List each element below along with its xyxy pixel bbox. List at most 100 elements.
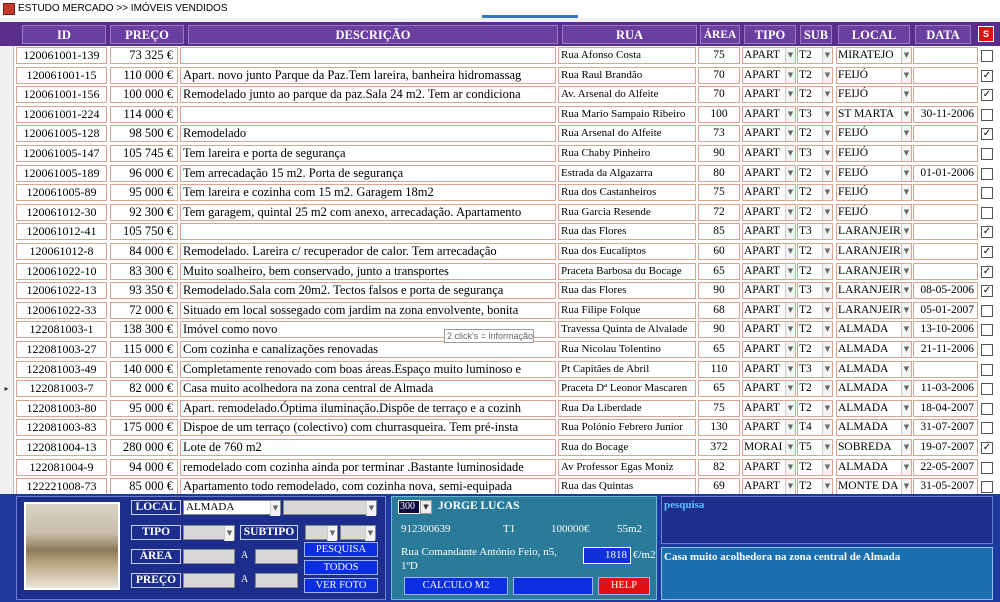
local-select-2[interactable]: ▼	[283, 500, 377, 516]
cell-area[interactable]: 75	[698, 47, 740, 64]
subtipo-select[interactable]: ▼	[305, 525, 338, 541]
row-selector[interactable]	[0, 477, 14, 494]
cell-desc[interactable]	[180, 223, 556, 241]
chevron-down-icon[interactable]: ▼	[901, 381, 911, 397]
help-button[interactable]: HELP	[598, 577, 650, 595]
cell-sub[interactable]: T2 ▼	[797, 203, 833, 221]
cell-tipo[interactable]: APART ▼	[742, 86, 796, 104]
cell-id[interactable]: 120061022-33	[16, 301, 107, 319]
chevron-down-icon[interactable]: ▼	[822, 361, 832, 377]
chevron-down-icon[interactable]: ▼	[785, 224, 795, 240]
table-row[interactable]: ▸ 122081003-7 82 000 € Casa muito acolhedor…	[0, 379, 1000, 399]
cell-preco[interactable]: 110 000 €	[110, 66, 178, 84]
cell-data[interactable]: 21-11-2006	[913, 341, 978, 358]
cell-local[interactable]: ALMADA ▼	[836, 360, 912, 378]
row-selector[interactable]	[0, 340, 14, 360]
row-selector[interactable]	[0, 202, 14, 223]
cell-area[interactable]: 70	[698, 86, 740, 104]
chevron-down-icon[interactable]: ▼	[785, 244, 795, 259]
cell-tipo[interactable]: APART ▼	[742, 419, 796, 437]
cell-data[interactable]: 31-07-2007	[913, 419, 978, 437]
cell-preco[interactable]: 140 000 €	[110, 360, 178, 378]
cell-tipo[interactable]: APART ▼	[742, 478, 796, 494]
cell-desc[interactable]: Remodelado	[180, 125, 556, 143]
cell-area[interactable]: 85	[698, 223, 740, 241]
cell-local[interactable]: FEIJÓ ▼	[836, 164, 912, 182]
cell-preco[interactable]: 82 000 €	[110, 380, 178, 398]
chevron-down-icon[interactable]: ▼	[822, 263, 832, 279]
chevron-down-icon[interactable]: ▼	[901, 165, 911, 181]
cell-tipo[interactable]: APART ▼	[742, 399, 796, 417]
sold-checkbox[interactable]	[981, 481, 993, 494]
chevron-down-icon[interactable]: ▼	[785, 361, 795, 377]
cell-preco[interactable]: 83 300 €	[110, 262, 178, 280]
cell-local[interactable]: FEIJÓ ▼	[836, 86, 912, 104]
table-row[interactable]: 122081003-49 140 000 € Completamente renov…	[0, 359, 1000, 380]
cell-local[interactable]: ALMADA ▼	[836, 419, 912, 437]
cell-desc[interactable]	[180, 105, 556, 123]
chevron-down-icon[interactable]: ▼	[901, 400, 911, 416]
cell-sub[interactable]: T2 ▼	[797, 399, 833, 417]
chevron-down-icon[interactable]: ▼	[901, 440, 911, 455]
cell-local[interactable]: FEIJÓ ▼	[836, 66, 912, 84]
cell-id[interactable]: 120061012-8	[16, 243, 107, 260]
row-selector[interactable]: ▸	[0, 379, 14, 399]
chevron-down-icon[interactable]: ▼	[901, 224, 911, 240]
chevron-down-icon[interactable]: ▼	[822, 244, 832, 259]
header-descricao[interactable]: DESCRIÇÃO	[188, 25, 558, 44]
cell-area[interactable]: 75	[698, 184, 740, 202]
cell-tipo[interactable]: APART ▼	[742, 184, 796, 202]
cell-id[interactable]: 120061012-41	[16, 223, 107, 241]
cell-tipo[interactable]: APART ▼	[742, 243, 796, 260]
cell-local[interactable]: LARANJEIR ▼	[836, 282, 912, 300]
cell-tipo[interactable]: APART ▼	[742, 145, 796, 162]
cell-data[interactable]	[913, 203, 978, 221]
sold-checkbox[interactable]	[981, 304, 993, 317]
chevron-down-icon[interactable]: ▼	[822, 420, 832, 436]
cell-sub[interactable]: T5 ▼	[797, 439, 833, 456]
chevron-down-icon[interactable]: ▼	[785, 48, 795, 63]
cell-rua[interactable]: Av. Arsenal do Alfeite	[558, 86, 696, 104]
table-row[interactable]: 120061005-147 105 745 € Tem lareira e port…	[0, 144, 1000, 164]
cell-rua[interactable]: Rua dos Castanheiros	[558, 184, 696, 202]
chevron-down-icon[interactable]: ▼	[822, 67, 832, 83]
todos-button[interactable]: TODOS	[304, 560, 378, 575]
cell-id[interactable]: 122081003-1	[16, 321, 107, 339]
cell-rua[interactable]: Praceta Dª Leonor Mascaren	[558, 380, 696, 398]
cell-data[interactable]	[913, 145, 978, 162]
row-selector[interactable]	[0, 261, 14, 282]
row-selector[interactable]	[0, 163, 14, 184]
sold-checkbox[interactable]	[981, 50, 993, 62]
cell-tipo[interactable]: APART ▼	[742, 341, 796, 358]
chevron-down-icon[interactable]: ▼	[901, 185, 911, 201]
cell-local[interactable]: SOBREDA ▼	[836, 439, 912, 456]
cell-desc[interactable]: Tem arrecadação 15 m2. Porta de seguranç…	[180, 164, 556, 182]
cell-id[interactable]: 122081003-7	[16, 380, 107, 398]
cell-desc[interactable]: Casa muito acolhedora na zona central de…	[180, 380, 556, 398]
chevron-down-icon[interactable]: ▼	[901, 459, 911, 475]
cell-id[interactable]: 122081003-83	[16, 419, 107, 437]
cell-local[interactable]: LARANJEIR ▼	[836, 223, 912, 241]
cell-data[interactable]	[913, 223, 978, 241]
tipo-select[interactable]: ▼	[183, 525, 235, 541]
chevron-down-icon[interactable]: ▼	[822, 381, 832, 397]
calculo-m2-button[interactable]: CALCULO M2	[404, 577, 508, 595]
cell-preco[interactable]: 98 500 €	[110, 125, 178, 143]
chevron-down-icon[interactable]: ▼	[785, 322, 795, 338]
cell-sub[interactable]: T2 ▼	[797, 458, 833, 476]
cell-sub[interactable]: T2 ▼	[797, 47, 833, 64]
row-selector[interactable]	[0, 85, 14, 105]
cell-data[interactable]: 11-03-2006	[913, 380, 978, 398]
sold-checkbox[interactable]	[981, 363, 993, 376]
cell-area[interactable]: 75	[698, 399, 740, 417]
table-row[interactable]: 120061005-89 95 000 € Tem lareira e cozinh…	[0, 183, 1000, 203]
cell-preco[interactable]: 95 000 €	[110, 399, 178, 417]
chevron-down-icon[interactable]: ▼	[822, 440, 832, 455]
cell-local[interactable]: ALMADA ▼	[836, 341, 912, 358]
cell-rua[interactable]: Rua das Quintas	[558, 478, 696, 494]
cell-preco[interactable]: 100 000 €	[110, 86, 178, 104]
chevron-down-icon[interactable]: ▼	[901, 479, 911, 494]
cell-local[interactable]: FEIJÓ ▼	[836, 125, 912, 143]
cell-rua[interactable]: Rua Raul Brandão	[558, 66, 696, 84]
chevron-down-icon[interactable]: ▼	[822, 87, 832, 103]
